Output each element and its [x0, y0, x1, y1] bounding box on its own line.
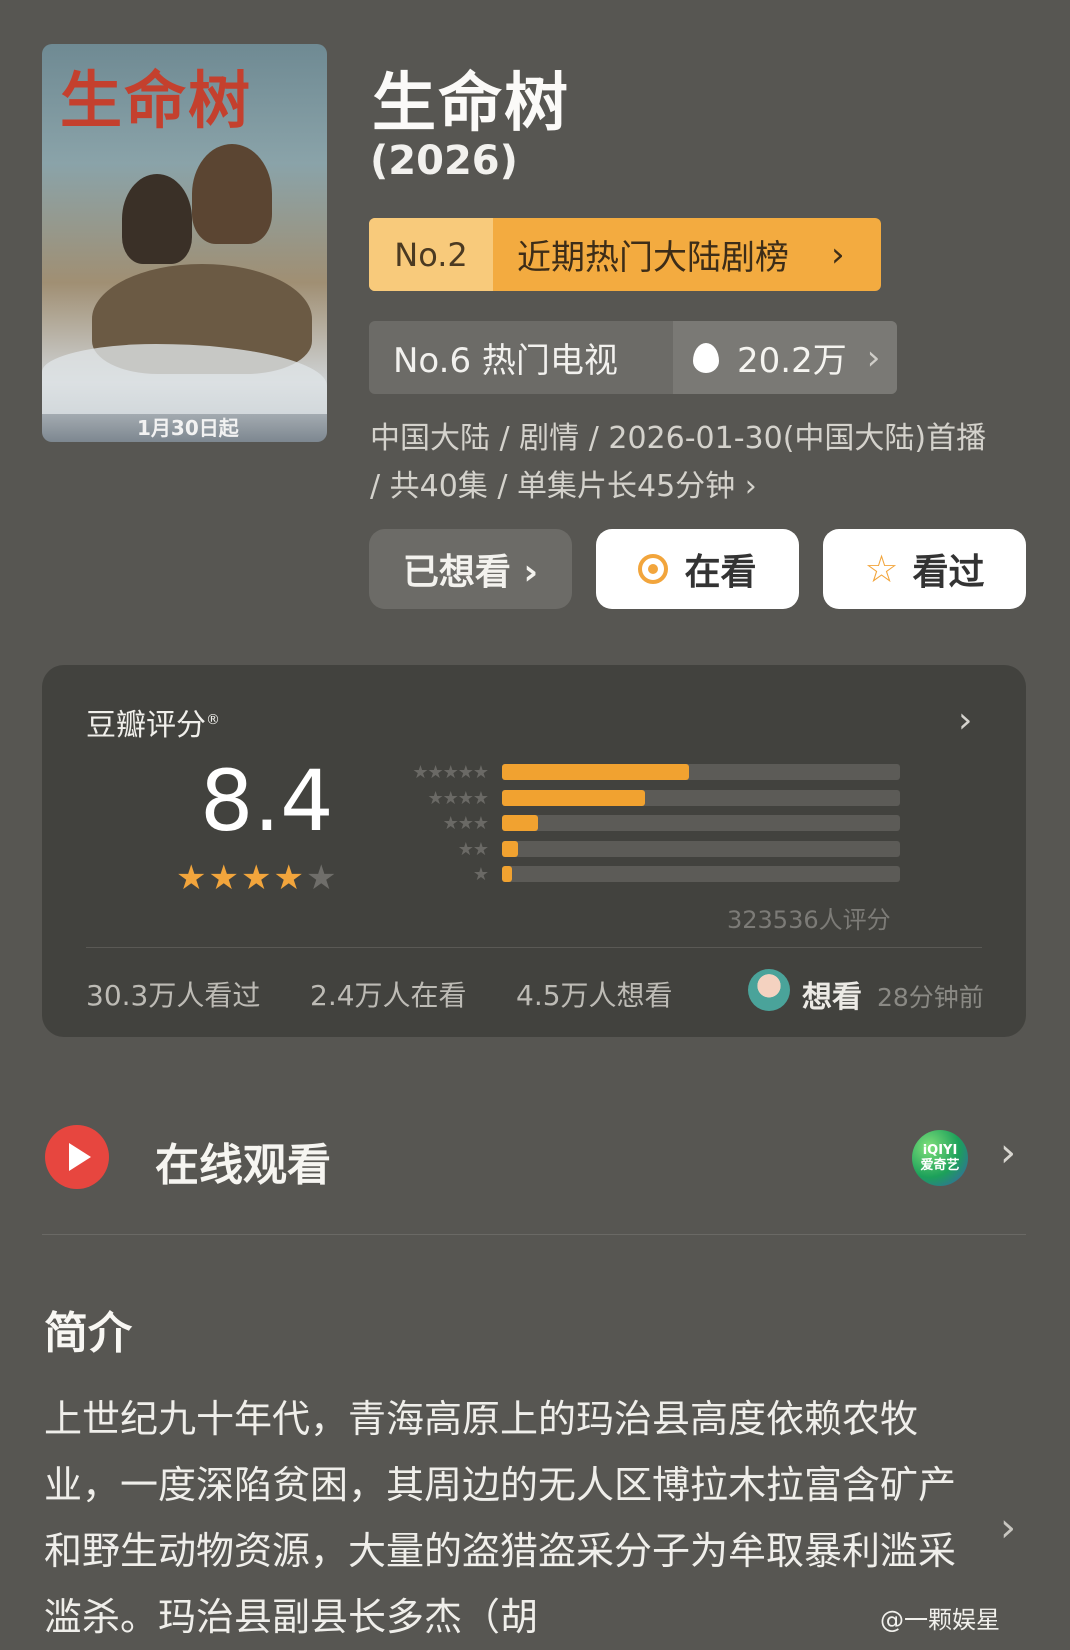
- flame-icon: [693, 342, 719, 373]
- rating-distribution-row: ★: [388, 863, 900, 885]
- distribution-track: [502, 866, 900, 882]
- page-title: 生命树: [372, 67, 570, 141]
- poster-figure: [122, 174, 192, 264]
- wanted-count[interactable]: 4.5万人想看: [516, 974, 673, 1014]
- distribution-star-label: ★★★★: [427, 787, 489, 809]
- poster-image[interactable]: 生命树 1月30日起: [42, 44, 327, 442]
- chevron-right-icon: ›: [866, 337, 881, 378]
- rating-distribution-row: ★★★★: [388, 787, 900, 809]
- chevron-right-icon[interactable]: ›: [1000, 1505, 1016, 1551]
- rating-stars: ★★★★★: [176, 858, 338, 898]
- provider-line2: 爱奇艺: [920, 1158, 960, 1173]
- star-icon: ★: [240, 858, 274, 898]
- star-icon: ★: [176, 858, 209, 898]
- star-icon: ★: [273, 858, 306, 898]
- registered-mark: ®: [206, 712, 220, 728]
- rating-count: 323536人评分: [727, 906, 891, 934]
- rating-distribution-row: ★★★: [388, 812, 900, 834]
- watching-count[interactable]: 2.4万人在看: [310, 974, 467, 1014]
- online-watch-title[interactable]: 在线观看: [155, 1129, 331, 1193]
- distribution-star-label: ★★★★★: [412, 761, 489, 783]
- watermark: @一颗娱星: [880, 1606, 1000, 1634]
- avatar[interactable]: [748, 969, 790, 1011]
- rank-list-name: 近期热门大陆剧榜: [517, 238, 789, 278]
- divider: [86, 947, 982, 948]
- star-icon: ★: [305, 858, 339, 898]
- iqiyi-logo-icon[interactable]: iQIYI 爱奇艺: [912, 1130, 968, 1186]
- provider-line1: iQIYI: [922, 1143, 958, 1158]
- watched-count[interactable]: 30.3万人看过: [86, 974, 260, 1014]
- distribution-star-label: ★★★: [442, 812, 489, 834]
- play-icon[interactable]: [45, 1125, 109, 1189]
- heat-value: 20.2万: [737, 341, 847, 381]
- distribution-track: [502, 841, 900, 857]
- distribution-bar: [502, 790, 646, 806]
- distribution-track: [502, 790, 900, 806]
- distribution-track: [502, 815, 900, 831]
- chevron-right-icon[interactable]: ›: [1000, 1130, 1016, 1176]
- recent-activity-time: 28分钟前: [877, 983, 984, 1012]
- wanted-button-label: 已想看 ›: [402, 552, 539, 593]
- rating-score: 8.4: [200, 752, 334, 850]
- hot-drama-rank-badge[interactable]: No.2 近期热门大陆剧榜 ›: [369, 218, 881, 291]
- heat-section: 20.2万 ›: [673, 321, 897, 394]
- show-meta-info[interactable]: 中国大陆 / 剧情 / 2026-01-30(中国大陆)首播 / 共40集 / …: [370, 415, 990, 511]
- douban-rating-label: 豆瓣评分®: [86, 700, 220, 744]
- distribution-bar: [502, 815, 538, 831]
- distribution-star-label: ★: [472, 863, 489, 885]
- target-icon: [638, 554, 669, 584]
- divider: [42, 1234, 1026, 1235]
- distribution-track: [502, 764, 900, 780]
- watched-button-label: 看过: [912, 552, 985, 593]
- intro-title: 简介: [44, 1308, 132, 1359]
- release-year: (2026): [370, 138, 518, 184]
- intro-text: 上世纪九十年代，青海高原上的玛治县高度依赖农牧业，一度深陷贫困，其周边的无人区博…: [44, 1397, 957, 1639]
- watching-button[interactable]: 在看: [596, 529, 799, 609]
- star-outline-icon: ☆: [864, 547, 899, 591]
- rating-distribution-row: ★★★★★: [388, 761, 900, 783]
- chevron-right-icon[interactable]: ›: [958, 700, 972, 741]
- chevron-right-icon: ›: [831, 234, 845, 275]
- poster-figure: [192, 144, 272, 244]
- distribution-bar: [502, 866, 512, 882]
- wanted-button[interactable]: 已想看 ›: [369, 529, 572, 609]
- hot-tv-rank-badge[interactable]: No.6 热门电视 20.2万 ›: [369, 321, 897, 394]
- distribution-star-label: ★★: [457, 838, 489, 860]
- star-icon: ★: [208, 858, 241, 898]
- recent-activity-action: 想看: [802, 980, 862, 1015]
- poster-title: 生命树: [60, 64, 253, 137]
- tv-rank-label: No.6 热门电视: [393, 341, 618, 381]
- poster-date: 1月30日起: [137, 416, 239, 440]
- rank-number: No.2: [369, 218, 493, 291]
- distribution-bar: [502, 764, 690, 780]
- rating-label-text: 豆瓣评分: [86, 708, 206, 743]
- distribution-bar: [502, 841, 518, 857]
- watched-button[interactable]: ☆ 看过: [823, 529, 1026, 609]
- watching-button-label: 在看: [684, 552, 757, 593]
- rating-distribution-row: ★★: [388, 838, 900, 860]
